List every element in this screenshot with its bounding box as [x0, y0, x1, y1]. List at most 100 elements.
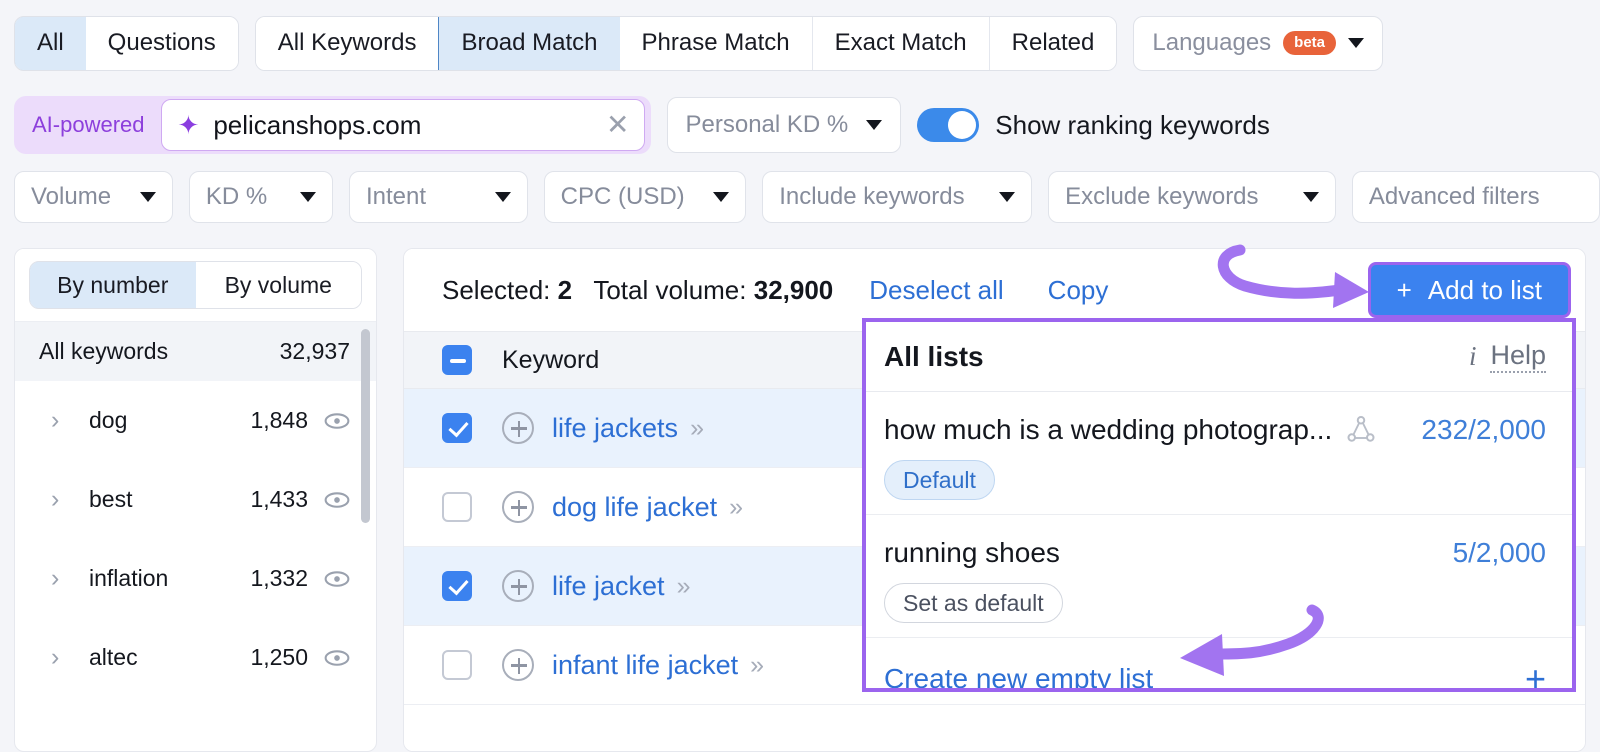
show-ranking-keywords-label: Show ranking keywords: [995, 109, 1270, 140]
group-row-dog[interactable]: › dog 1,848: [15, 381, 376, 460]
close-icon[interactable]: ✕: [606, 111, 629, 139]
list-item[interactable]: how much is a wedding photograp... 232/2…: [866, 392, 1572, 515]
group-row-altec[interactable]: › altec 1,250: [15, 618, 376, 697]
all-keywords-row[interactable]: All keywords 32,937: [15, 321, 376, 381]
selected-count: 2: [557, 274, 573, 305]
group-sort-toggle-wrapper: By number By volume: [15, 249, 376, 321]
chevron-down-icon: [494, 192, 511, 202]
keyword-link[interactable]: dog life jacket: [552, 492, 717, 523]
ai-domain-search: AI-powered ✦ pelicanshops.com ✕: [14, 96, 651, 154]
help-link[interactable]: i Help: [1469, 340, 1546, 373]
expand-chevrons-icon[interactable]: »: [729, 493, 743, 522]
show-ranking-keywords-toggle[interactable]: [917, 108, 980, 142]
filter-cpc[interactable]: CPC (USD): [543, 171, 747, 223]
tab-all[interactable]: All: [14, 16, 87, 70]
filter-cpc-label: CPC (USD): [560, 183, 685, 210]
help-label: Help: [1490, 340, 1546, 373]
tab-related[interactable]: Related: [989, 16, 1117, 70]
tab-broad-match[interactable]: Broad Match: [438, 16, 621, 70]
plus-icon: +: [1524, 658, 1546, 692]
tab-all-keywords[interactable]: All Keywords: [255, 16, 440, 70]
chevron-down-icon: [299, 192, 316, 202]
tab-exact-match[interactable]: Exact Match: [812, 16, 990, 70]
add-keyword-icon[interactable]: [502, 412, 534, 444]
filter-include-keywords[interactable]: Include keywords: [762, 171, 1033, 223]
info-icon: i: [1468, 341, 1477, 371]
tab-questions[interactable]: Questions: [85, 16, 238, 70]
tab-phrase-match[interactable]: Phrase Match: [619, 16, 813, 70]
deselect-all-button[interactable]: Deselect all: [869, 275, 1003, 306]
filter-exclude-keywords[interactable]: Exclude keywords: [1048, 171, 1336, 223]
filter-volume[interactable]: Volume: [14, 171, 173, 223]
group-row-best[interactable]: › best 1,433: [15, 460, 376, 539]
filter-bar: Volume KD % Intent CPC (USD) Include key…: [0, 166, 1600, 228]
beta-badge: beta: [1283, 31, 1337, 55]
share-icon: [1347, 415, 1375, 442]
languages-dropdown[interactable]: Languages beta: [1133, 15, 1384, 71]
group-name: altec: [89, 644, 138, 670]
eye-icon[interactable]: [324, 645, 350, 671]
chevron-right-icon[interactable]: ›: [51, 406, 89, 435]
filter-include-keywords-label: Include keywords: [779, 183, 965, 210]
popup-header: All lists i Help: [866, 322, 1572, 392]
domain-input-wrapper[interactable]: ✦ pelicanshops.com ✕: [160, 99, 645, 151]
languages-label: Languages: [1152, 29, 1272, 56]
select-all-checkbox[interactable]: [442, 345, 472, 375]
add-to-list-label: Add to list: [1427, 274, 1542, 305]
set-as-default-button[interactable]: Set as default: [884, 583, 1063, 623]
keyword-link[interactable]: life jackets: [552, 413, 678, 444]
popup-title: All lists: [884, 340, 984, 372]
expand-chevrons-icon[interactable]: »: [677, 572, 691, 601]
add-to-list-button[interactable]: + Add to list: [1367, 262, 1571, 318]
copy-button[interactable]: Copy: [1048, 275, 1109, 306]
chevron-right-icon[interactable]: ›: [51, 485, 89, 514]
add-keyword-icon[interactable]: [502, 570, 534, 602]
personal-kd-dropdown[interactable]: Personal KD %: [666, 97, 902, 153]
filter-kd[interactable]: KD %: [188, 171, 333, 223]
domain-input[interactable]: pelicanshops.com: [213, 110, 592, 141]
add-keyword-icon[interactable]: [502, 649, 534, 681]
row-checkbox[interactable]: [442, 571, 472, 601]
row-checkbox[interactable]: [442, 413, 472, 443]
filter-intent-label: Intent: [365, 183, 426, 210]
group-count: 1,848: [250, 407, 308, 433]
keyword-link[interactable]: life jacket: [552, 571, 665, 602]
group-count: 1,332: [250, 565, 308, 591]
plus-icon: +: [1396, 274, 1412, 305]
filter-advanced-label: Advanced filters: [1368, 183, 1540, 210]
chevron-right-icon[interactable]: ›: [51, 643, 89, 672]
group-row-inflation[interactable]: › inflation 1,332: [15, 539, 376, 618]
add-keyword-icon[interactable]: [502, 491, 534, 523]
eye-icon[interactable]: [324, 566, 350, 592]
eye-icon[interactable]: [324, 408, 350, 434]
expand-chevrons-icon[interactable]: »: [750, 651, 764, 680]
vertical-scrollbar[interactable]: [361, 329, 370, 523]
toggle-knob: [948, 111, 977, 139]
filter-intent[interactable]: Intent: [348, 171, 528, 223]
table-row-partial: [404, 705, 1585, 751]
list-item-line: running shoes 5/2,000: [884, 537, 1546, 569]
filter-exclude-keywords-label: Exclude keywords: [1065, 183, 1259, 210]
chevron-right-icon[interactable]: ›: [51, 564, 89, 593]
total-volume-label: Total volume:: [593, 274, 747, 305]
chevron-down-icon: [139, 192, 156, 202]
create-new-list-button[interactable]: Create new empty list +: [866, 638, 1572, 692]
row-checkbox[interactable]: [442, 492, 472, 522]
expand-chevrons-icon[interactable]: »: [690, 414, 704, 443]
list-item[interactable]: running shoes 5/2,000 Set as default: [866, 515, 1572, 638]
filter-advanced[interactable]: Advanced filters: [1351, 171, 1600, 223]
sort-by-number[interactable]: By number: [30, 262, 197, 308]
personal-kd-label: Personal KD %: [685, 111, 849, 138]
list-name: running shoes: [884, 537, 1060, 568]
keyword-link[interactable]: infant life jacket: [552, 650, 738, 681]
sort-by-volume[interactable]: By volume: [195, 262, 361, 308]
chevron-down-icon: [999, 192, 1016, 202]
match-type-tab-bar: All Questions All Keywords Broad Match P…: [0, 0, 1600, 86]
eye-icon[interactable]: [324, 487, 350, 513]
app-root: All Questions All Keywords Broad Match P…: [0, 0, 1600, 752]
default-badge[interactable]: Default: [884, 460, 995, 500]
row-checkbox[interactable]: [442, 650, 472, 680]
list-item-line: how much is a wedding photograp... 232/2…: [884, 414, 1546, 446]
filter-kd-label: KD %: [205, 183, 268, 210]
group-name: dog: [89, 407, 128, 433]
